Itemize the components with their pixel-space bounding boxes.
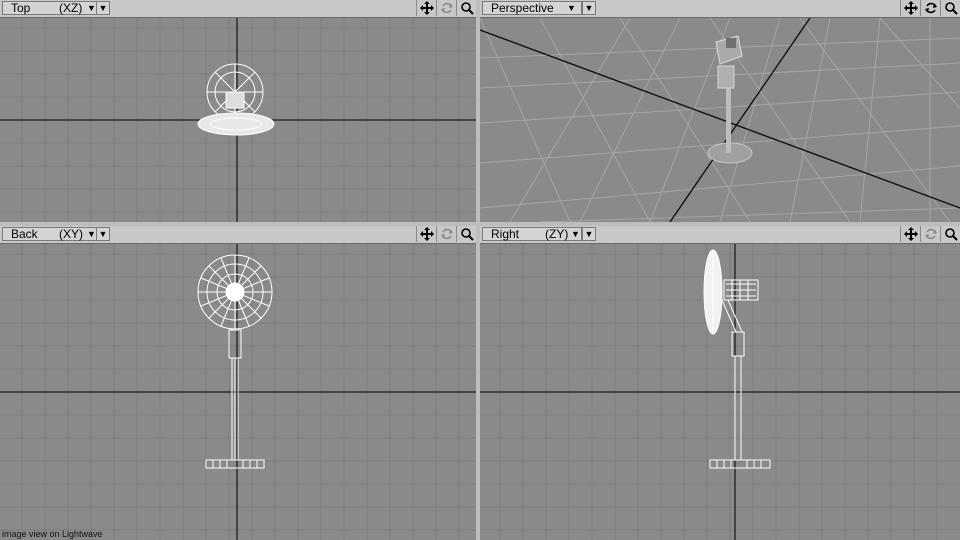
viewport-back[interactable]: Back (XY) ▼ ▼ image view on Lightwave bbox=[0, 226, 476, 540]
rotate-icon bbox=[924, 228, 937, 240]
zoom-view-button[interactable] bbox=[940, 0, 960, 16]
axis-code: (XZ) bbox=[59, 1, 83, 15]
move-view-button[interactable] bbox=[416, 226, 436, 242]
view-type-select[interactable]: Right (ZY) ▼ bbox=[482, 227, 582, 241]
viewport-perspective[interactable]: Perspective ▼ ▼ bbox=[480, 0, 960, 222]
viewport-canvas-right[interactable] bbox=[480, 244, 960, 540]
zoom-icon bbox=[460, 2, 474, 15]
caret-down-icon: ▼ bbox=[584, 229, 594, 239]
move-view-button[interactable] bbox=[416, 0, 436, 16]
viewport-canvas-back[interactable] bbox=[0, 244, 476, 540]
viewport-header: Back (XY) ▼ ▼ bbox=[0, 226, 476, 244]
move-icon bbox=[419, 227, 434, 241]
viewport-menu-button[interactable]: ▼ bbox=[96, 227, 110, 241]
view-type-select[interactable]: Top (XZ) ▼ bbox=[2, 1, 102, 15]
rotate-view-button[interactable] bbox=[920, 226, 940, 242]
zoom-view-button[interactable] bbox=[940, 226, 960, 242]
zoom-view-button[interactable] bbox=[456, 0, 476, 16]
move-view-button[interactable] bbox=[900, 0, 920, 16]
rotate-icon bbox=[440, 228, 453, 240]
rotate-view-button[interactable] bbox=[436, 0, 456, 16]
zoom-view-button[interactable] bbox=[456, 226, 476, 242]
move-view-button[interactable] bbox=[900, 226, 920, 242]
rotate-icon bbox=[924, 2, 937, 14]
view-type-select[interactable]: Perspective ▼ bbox=[482, 1, 582, 15]
viewport-top[interactable]: Top (XZ) ▼ ▼ bbox=[0, 0, 476, 222]
view-name: Top bbox=[11, 1, 31, 15]
axis-code: (XY) bbox=[59, 227, 83, 241]
rotate-view-button[interactable] bbox=[436, 226, 456, 242]
viewport-canvas-top[interactable] bbox=[0, 18, 476, 222]
move-icon bbox=[903, 227, 918, 241]
viewport-menu-button[interactable]: ▼ bbox=[582, 227, 596, 241]
caret-down-icon: ▼ bbox=[87, 229, 96, 239]
fan-wireframe-right bbox=[703, 249, 771, 469]
caret-down-icon: ▼ bbox=[87, 3, 96, 13]
caret-down-icon: ▼ bbox=[571, 229, 580, 239]
view-name: Perspective bbox=[491, 1, 554, 15]
caret-down-icon: ▼ bbox=[567, 3, 576, 13]
rotate-view-button[interactable] bbox=[920, 0, 940, 16]
caption-text: image view on Lightwave bbox=[2, 529, 103, 539]
viewport-header: Right (ZY) ▼ ▼ bbox=[480, 226, 960, 244]
zoom-icon bbox=[944, 228, 958, 241]
viewport-menu-button[interactable]: ▼ bbox=[96, 1, 110, 15]
move-icon bbox=[903, 1, 918, 15]
zoom-icon bbox=[460, 228, 474, 241]
move-icon bbox=[419, 1, 434, 15]
view-type-select[interactable]: Back (XY) ▼ bbox=[2, 227, 102, 241]
caret-down-icon: ▼ bbox=[584, 3, 594, 13]
viewport-right[interactable]: Right (ZY) ▼ ▼ bbox=[480, 226, 960, 540]
viewport-menu-button[interactable]: ▼ bbox=[582, 1, 596, 15]
zoom-icon bbox=[944, 2, 958, 15]
viewport-header: Top (XZ) ▼ ▼ bbox=[0, 0, 476, 18]
caret-down-icon: ▼ bbox=[98, 3, 108, 13]
viewport-header: Perspective ▼ ▼ bbox=[480, 0, 960, 18]
fan-model-perspective bbox=[707, 35, 753, 164]
view-name: Right bbox=[491, 227, 520, 241]
view-name: Back bbox=[11, 227, 38, 241]
viewport-canvas-perspective[interactable] bbox=[480, 18, 960, 222]
rotate-icon bbox=[440, 2, 453, 14]
axis-code: (ZY) bbox=[545, 227, 569, 241]
caret-down-icon: ▼ bbox=[98, 229, 108, 239]
fan-wireframe-back bbox=[197, 254, 273, 469]
fan-wireframe-top bbox=[197, 63, 275, 136]
